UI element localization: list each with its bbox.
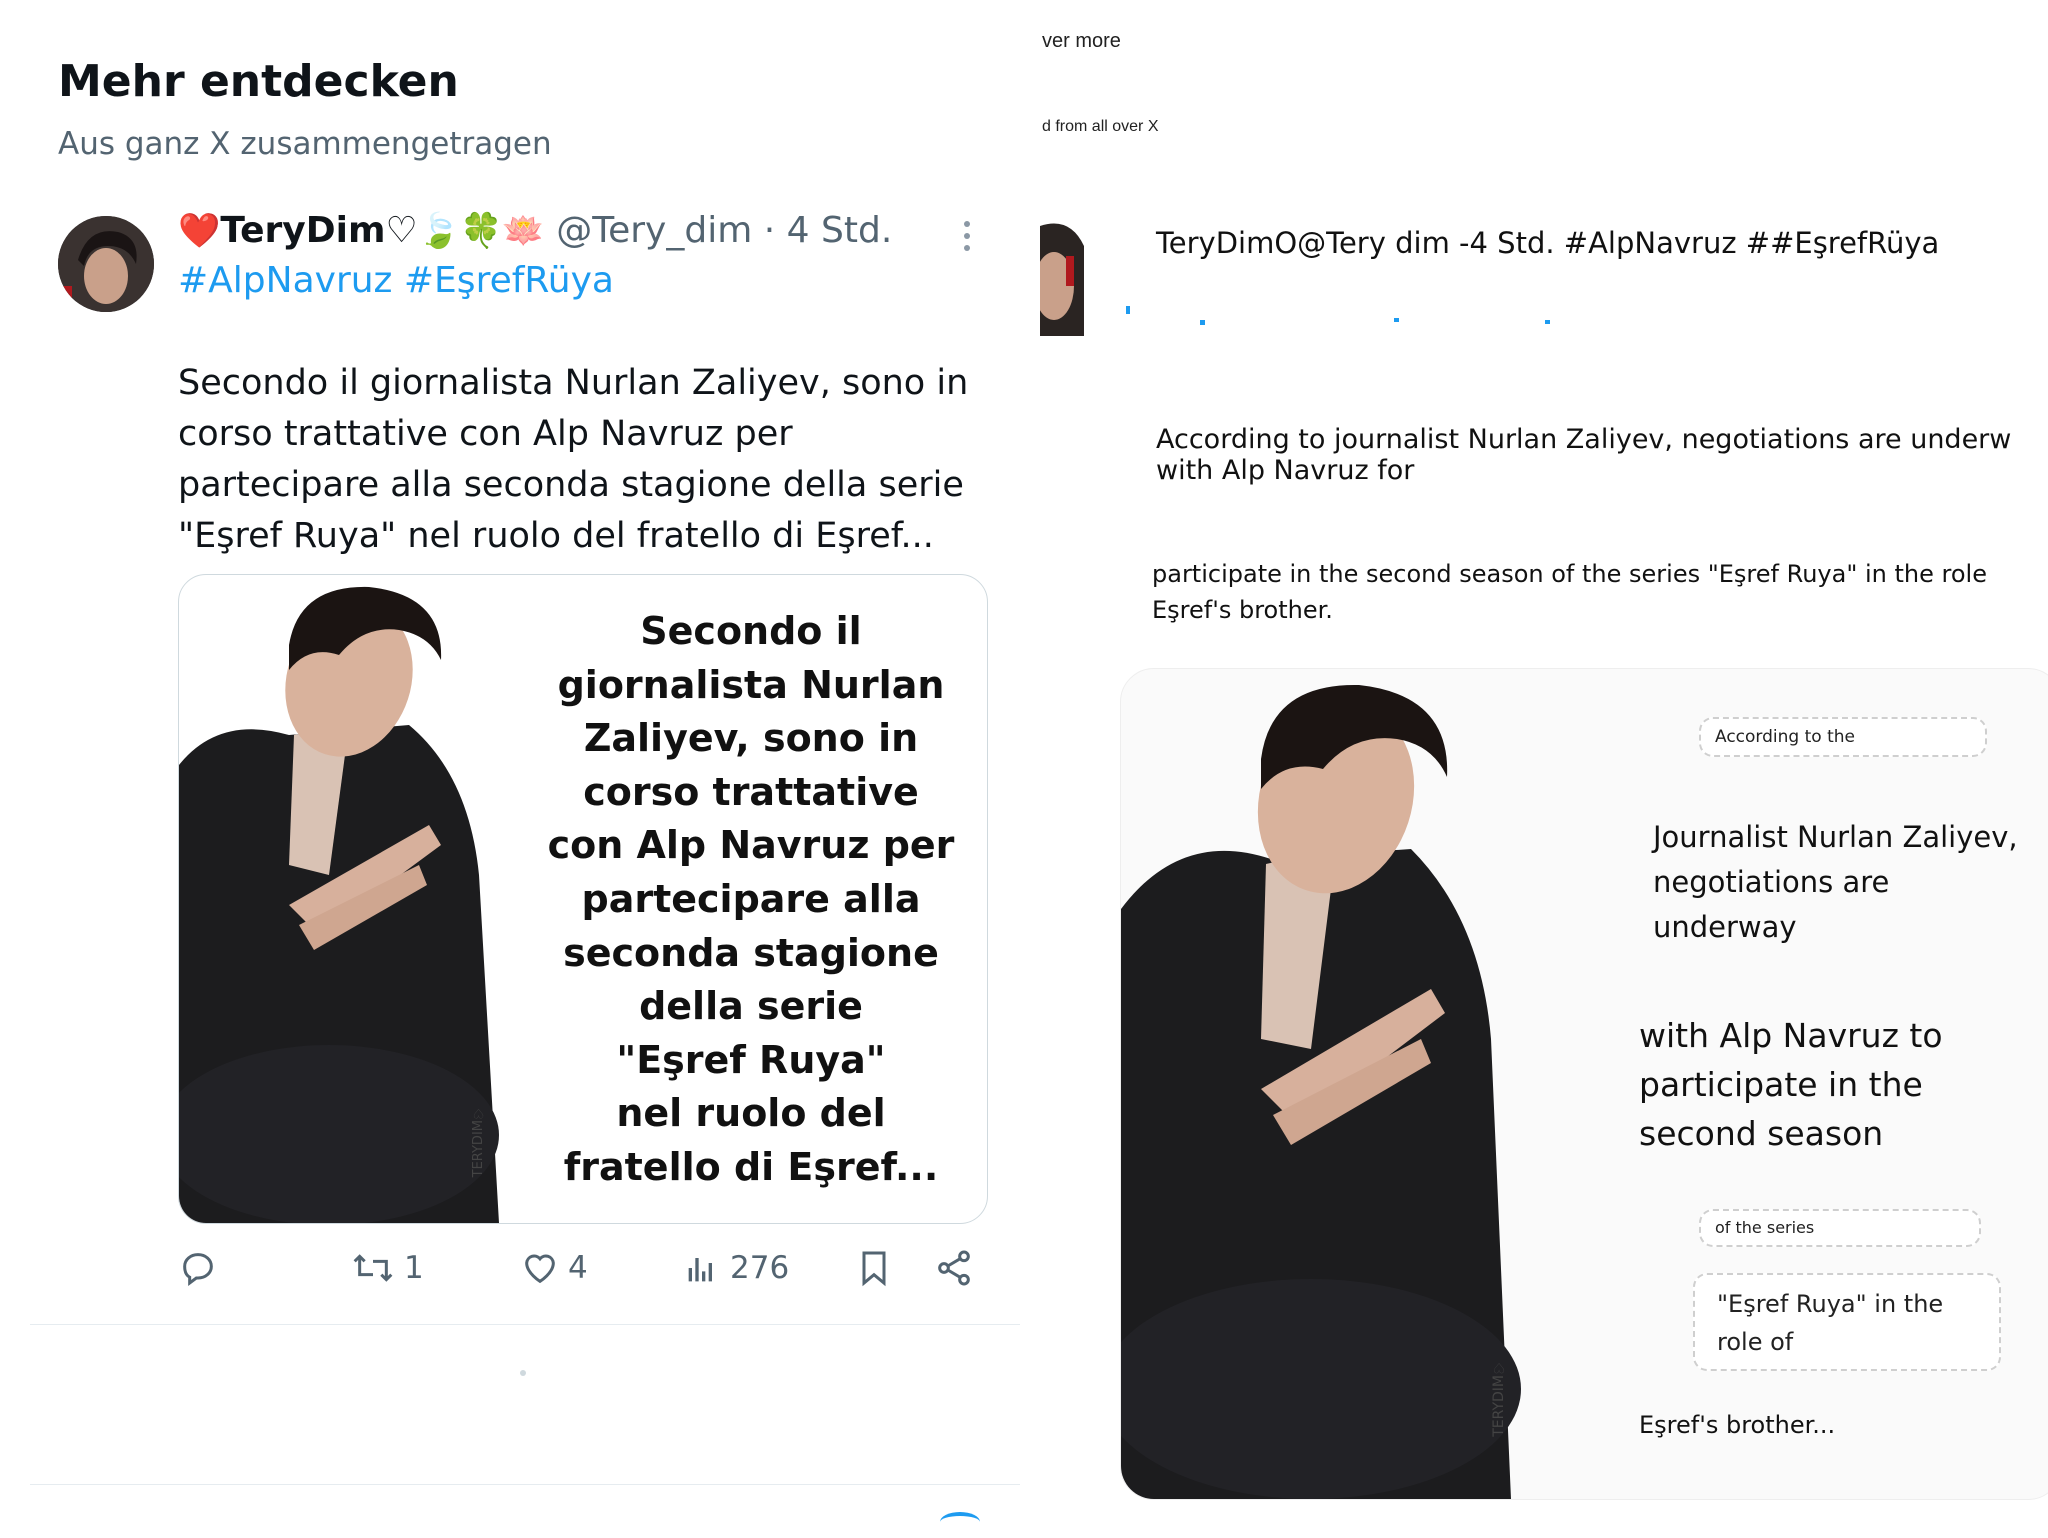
paragraph-line: with Alp Navruz for — [1156, 455, 1415, 486]
avatar-photo — [58, 216, 154, 312]
paragraph-line: According to journalist Nurlan Zaliyev, … — [1156, 424, 2012, 455]
overlay-line: nel ruolo del — [616, 1091, 886, 1136]
leaf-clover-lotus-emoji: 🍃🍀🪷 — [417, 211, 545, 251]
tweet-header: TeryDimO@Tery dim -4 Std. #AlpNavruz ##E… — [1156, 226, 1940, 260]
explore-feed-panel: Mehr entdecken Aus ganz X zusammengetrag… — [0, 0, 1030, 1538]
tweet-media[interactable]: TERYDIM♡ Secondo il giornalista Nurlan Z… — [178, 574, 988, 1224]
heart-emoji: ❤️ — [178, 211, 221, 251]
fragment-heading: ver more — [1042, 30, 1121, 52]
translated-paragraph-2: participate in the second season of the … — [1152, 556, 1987, 628]
translation-box-text: of the series — [1715, 1218, 1815, 1237]
paragraph-line: Eşref's brother. — [1152, 596, 1333, 624]
overlay-line: con Alp Navruz per — [547, 823, 955, 868]
translation-box: of the series — [1699, 1209, 1981, 1247]
overlay-line: Secondo il — [640, 609, 862, 653]
translation-block-2: with Alp Navruz to participate in the se… — [1639, 1011, 1943, 1158]
fragment-subheading: d from all over X — [1042, 118, 1159, 135]
translation-line: Journalist Nurlan Zaliyev, — [1653, 820, 2018, 854]
overlay-line: corso trattative — [583, 769, 919, 814]
user-handle[interactable]: @Tery_dim — [556, 210, 752, 251]
like-count: 4 — [568, 1250, 588, 1286]
display-name[interactable]: TeryDim♡ — [220, 210, 417, 251]
translation-block-1: Journalist Nurlan Zaliyev, negotiations … — [1653, 815, 2018, 950]
portrait-photo — [1121, 684, 1521, 1499]
more-options-icon[interactable] — [960, 218, 974, 254]
loading-spinner-icon — [940, 1512, 980, 1532]
overlay-line: fratello di Eşref... — [563, 1144, 939, 1189]
translation-line: second season — [1639, 1114, 1884, 1153]
translation-line: negotiations are — [1653, 865, 1890, 899]
image-watermark: TERYDIM♡ — [471, 1105, 486, 1178]
image-watermark: TERYDIM♡ — [1491, 1359, 1507, 1437]
avatar-photo — [1040, 223, 1084, 336]
retweet-icon — [353, 1254, 393, 1282]
overlay-line: partecipare alla — [581, 876, 921, 921]
avatar — [1040, 216, 1084, 336]
overlay-line: "Eşref Ruya" — [616, 1037, 886, 1082]
tweet-text: Secondo il giornalista Nurlan Zaliyev, s… — [178, 363, 969, 556]
section-heading: Mehr entdecken — [58, 56, 459, 107]
artifact-speck — [1545, 320, 1550, 324]
avatar[interactable] — [58, 216, 154, 312]
translated-screenshot-panel: ver more d from all over X TeryDimO@Tery… — [1040, 0, 2048, 1538]
translation-line: "Eşref Ruya" in the — [1717, 1290, 1944, 1318]
translation-box: According to the — [1699, 717, 1987, 757]
tweet-hashtags[interactable]: #AlpNavruz #EşrefRüya — [178, 260, 614, 301]
retweet-count: 1 — [404, 1250, 424, 1286]
translation-box-text: According to the — [1715, 727, 1855, 747]
translated-media-card: TERYDIM♡ According to the Journalist Nur… — [1120, 668, 2048, 1500]
feed-divider — [30, 1324, 1020, 1325]
artifact-speck — [1200, 320, 1205, 325]
section-subheading: Aus ganz X zusammengetragen — [58, 126, 552, 162]
translation-line: participate in the — [1639, 1065, 1923, 1104]
translation-box: "Eşref Ruya" in the role of — [1693, 1273, 2001, 1371]
heart-icon — [525, 1254, 555, 1284]
loading-dot — [520, 1370, 526, 1376]
overlay-line: della serie — [639, 984, 863, 1029]
bookmark-icon — [862, 1251, 886, 1287]
meta-separator: · — [763, 210, 776, 251]
tweet-header: ❤️TeryDim♡🍃🍀🪷 @Tery_dim · 4 Std. — [178, 210, 892, 251]
overlay-line: giornalista Nurlan — [557, 662, 945, 707]
share-icon — [938, 1250, 970, 1286]
paragraph-line: participate in the second season of the … — [1152, 560, 1987, 588]
translated-paragraph-1: According to journalist Nurlan Zaliyev, … — [1156, 424, 2011, 486]
overlay-line: seconda stagione — [563, 930, 939, 975]
translation-block-3: Eşref's brother... — [1639, 1411, 1836, 1439]
views-icon — [688, 1258, 712, 1282]
translation-line: role of — [1717, 1328, 1794, 1356]
translation-line: with Alp Navruz to — [1639, 1016, 1943, 1055]
tweet-action-bar: 1 4 276 — [178, 1248, 978, 1298]
tweet-time[interactable]: 4 Std. — [787, 210, 893, 251]
views-button[interactable]: 276 — [682, 1248, 789, 1288]
reply-icon — [183, 1253, 213, 1286]
translation-line: underway — [1653, 910, 1797, 944]
image-overlay-text: Secondo il giornalista Nurlan Zaliyev, s… — [541, 605, 961, 1195]
share-button[interactable] — [934, 1248, 974, 1288]
overlay-line: Zaliyev, sono in — [583, 716, 919, 761]
retweet-button[interactable]: 1 — [350, 1248, 424, 1288]
reply-button[interactable] — [178, 1248, 218, 1288]
artifact-speck — [1126, 306, 1130, 314]
bookmark-button[interactable] — [854, 1248, 894, 1288]
artifact-speck — [1394, 318, 1399, 322]
feed-divider — [30, 1484, 1020, 1485]
like-button[interactable]: 4 — [520, 1248, 588, 1288]
view-count: 276 — [730, 1250, 790, 1286]
